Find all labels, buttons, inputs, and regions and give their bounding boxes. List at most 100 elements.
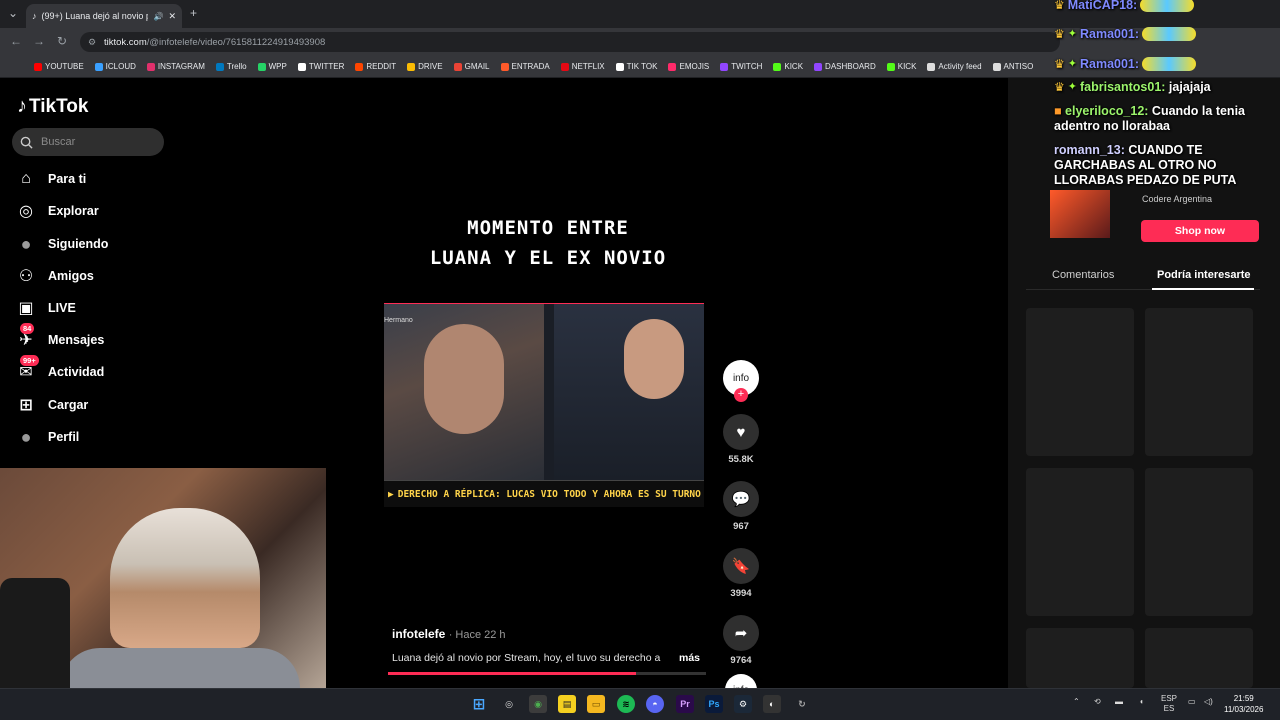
bookmark-item[interactable]: ANTISO bbox=[992, 62, 1034, 71]
chat-user: Rama001: bbox=[1079, 27, 1140, 41]
chat-line: ♛ ✦ fabrisantos01: jajajaja bbox=[1054, 80, 1280, 95]
tab-comentarios[interactable]: Comentarios bbox=[1052, 269, 1114, 281]
sidebar-item-cargar[interactable]: ⊞ Cargar bbox=[16, 395, 88, 415]
search-input[interactable]: Buscar bbox=[12, 128, 164, 156]
tab-menu-chevron-icon[interactable]: ⌄ bbox=[8, 6, 18, 20]
photoshop-icon[interactable]: Ps bbox=[705, 695, 723, 713]
bookmark-item[interactable]: DRIVE bbox=[407, 62, 443, 71]
bookmark-item[interactable]: ENTRADA bbox=[500, 62, 550, 71]
speaker-icon[interactable]: 🔊 bbox=[153, 12, 163, 21]
bookmark-item[interactable]: INSTAGRAM bbox=[146, 62, 205, 71]
shop-now-button[interactable]: Shop now bbox=[1141, 220, 1259, 242]
author-name[interactable]: infotelefe bbox=[392, 627, 445, 641]
tray-chevron-icon[interactable]: ⌃ bbox=[1073, 697, 1080, 706]
notification-badge: 99+ bbox=[20, 355, 39, 366]
sidebar-item-para-ti[interactable]: ⌂ Para ti bbox=[16, 169, 86, 189]
suggested-video-placeholder[interactable] bbox=[1145, 308, 1253, 456]
sidebar-item-amigos[interactable]: ⚇ Amigos bbox=[16, 266, 94, 286]
suggested-video-placeholder[interactable] bbox=[1026, 468, 1134, 616]
share-button[interactable]: ➦ bbox=[723, 615, 759, 651]
bookmark-item[interactable]: Activity feed bbox=[927, 62, 982, 71]
bookmark-item[interactable]: KICK bbox=[886, 62, 916, 71]
close-tab-icon[interactable]: ✕ bbox=[168, 11, 176, 22]
bookmark-item[interactable]: EMOJIS bbox=[668, 62, 709, 71]
file-explorer-icon[interactable]: ▭ bbox=[587, 695, 605, 713]
forward-arrow-icon[interactable]: → bbox=[33, 34, 45, 48]
refresh-app-icon[interactable]: ↻ bbox=[793, 695, 811, 713]
tray-display-icon[interactable]: ▭ bbox=[1188, 697, 1196, 706]
language-indicator[interactable]: ESP ES bbox=[1161, 694, 1177, 714]
search-placeholder: Buscar bbox=[41, 136, 76, 148]
spotify-icon[interactable]: ≋ bbox=[617, 695, 635, 713]
bookmark-item[interactable]: Trello bbox=[215, 62, 247, 71]
sidebar-item-label: Actividad bbox=[48, 365, 105, 379]
save-button[interactable]: 🔖 bbox=[723, 548, 759, 584]
bookmark-item[interactable]: TIK TOK bbox=[615, 62, 657, 71]
activity-icon: ✉ 99+ bbox=[16, 355, 39, 382]
sidebar-item-mensajes[interactable]: ✈ 84 Mensajes bbox=[16, 323, 104, 350]
bookmark-item[interactable]: REDDIT bbox=[355, 62, 396, 71]
bookmark-item[interactable]: TWITTER bbox=[297, 62, 344, 71]
gem-icon: ✦ bbox=[1067, 58, 1077, 70]
tray-sync-icon[interactable]: ⟲ bbox=[1094, 697, 1101, 706]
video-progress-bar[interactable] bbox=[388, 672, 706, 675]
windows-start-icon[interactable]: ⊞ bbox=[470, 695, 488, 713]
sidebar-item-live[interactable]: ▣ LIVE bbox=[16, 298, 75, 318]
obs-icon[interactable]: ◐ bbox=[763, 695, 781, 713]
bookmark-item[interactable]: YOUTUBE bbox=[34, 62, 84, 71]
tray-mic-icon[interactable]: ◖ bbox=[1139, 697, 1144, 706]
sidebar-item-explorar[interactable]: ◎ Explorar bbox=[16, 201, 99, 221]
video-author[interactable]: infotelefe · Hace 22 h bbox=[392, 627, 506, 641]
more-button[interactable]: más bbox=[679, 652, 700, 664]
bookmark-item[interactable]: TWITCH bbox=[720, 62, 762, 71]
bookmark-item[interactable]: DASHBOARD bbox=[814, 62, 876, 71]
new-tab-button[interactable]: + bbox=[190, 6, 197, 20]
taskbar-clock[interactable]: 21:59 11/03/2026 bbox=[1224, 693, 1263, 715]
bookmark-item[interactable]: GMAIL bbox=[453, 62, 490, 71]
task-manager-icon[interactable]: ◎ bbox=[500, 695, 518, 713]
browser-tab-tiktok[interactable]: ♪ (99+) Luana dejó al novio p 🔊 ✕ bbox=[26, 4, 182, 28]
tiktok-logo[interactable]: ♪ TikTok bbox=[17, 95, 88, 118]
chat-user: romann_13: bbox=[1054, 143, 1125, 157]
suggested-video-placeholder[interactable] bbox=[1026, 628, 1134, 688]
ad-thumbnail[interactable] bbox=[1050, 190, 1110, 238]
upload-icon: ⊞ bbox=[19, 397, 33, 414]
bookmark-favicon-icon bbox=[615, 62, 624, 71]
bookmark-favicon-icon bbox=[407, 62, 416, 71]
sidebar-item-perfil[interactable]: ● Perfil bbox=[16, 427, 80, 447]
discord-icon[interactable]: ◓ bbox=[646, 695, 664, 713]
follow-plus-icon[interactable]: + bbox=[734, 388, 748, 402]
suggested-video-placeholder[interactable] bbox=[1026, 308, 1134, 456]
suggested-video-placeholder[interactable] bbox=[1145, 468, 1253, 616]
sidebar-item-siguiendo[interactable]: ● Siguiendo bbox=[16, 234, 109, 254]
tab-podria-interesarte[interactable]: Podría interesarte bbox=[1157, 269, 1251, 281]
frame-tag: Hermano bbox=[384, 317, 413, 324]
bookmark-favicon-icon bbox=[215, 62, 224, 71]
bookmark-favicon-icon bbox=[668, 62, 677, 71]
premiere-icon[interactable]: Pr bbox=[676, 695, 694, 713]
site-info-icon[interactable]: ⚙ bbox=[88, 37, 96, 48]
ad-brand: Codere Argentina bbox=[1142, 194, 1213, 204]
comment-button[interactable]: 💬 bbox=[723, 481, 759, 517]
back-arrow-icon[interactable]: ← bbox=[10, 34, 22, 48]
bookmark-label: REDDIT bbox=[366, 62, 397, 71]
like-button[interactable]: ♥ bbox=[723, 414, 759, 450]
crown-icon: ♛ bbox=[1054, 0, 1065, 12]
suggested-video-placeholder[interactable] bbox=[1145, 628, 1253, 688]
reload-icon[interactable]: ↻ bbox=[57, 34, 67, 48]
address-bar[interactable]: ⚙ tiktok.com/@infotelefe/video/761581122… bbox=[80, 32, 1060, 52]
bookmark-label: ANTISO bbox=[1003, 62, 1034, 71]
chrome-icon[interactable]: ◉ bbox=[529, 695, 547, 713]
video-headline: MOMENTO ENTRE LUANA Y EL EX NOVIO bbox=[384, 213, 712, 273]
bookmark-item[interactable]: WPP bbox=[257, 62, 287, 71]
bookmark-item[interactable]: KICK bbox=[773, 62, 803, 71]
bookmark-item[interactable]: NETFLIX bbox=[560, 62, 605, 71]
sticky-notes-icon[interactable]: ▤ bbox=[558, 695, 576, 713]
creator-avatar[interactable]: info + bbox=[723, 360, 759, 402]
tray-volume-icon[interactable]: ◁) bbox=[1204, 697, 1213, 706]
steam-icon[interactable]: ⚙ bbox=[734, 695, 752, 713]
bookmark-item[interactable]: ICLOUD bbox=[94, 62, 136, 71]
bookmark-favicon-icon bbox=[355, 62, 364, 71]
video-frame[interactable]: Hermano ▶ DERECHO A RÉPLICA: LUCAS VIO T… bbox=[384, 303, 704, 507]
sidebar-item-actividad[interactable]: ✉ 99+ Actividad bbox=[16, 355, 105, 382]
